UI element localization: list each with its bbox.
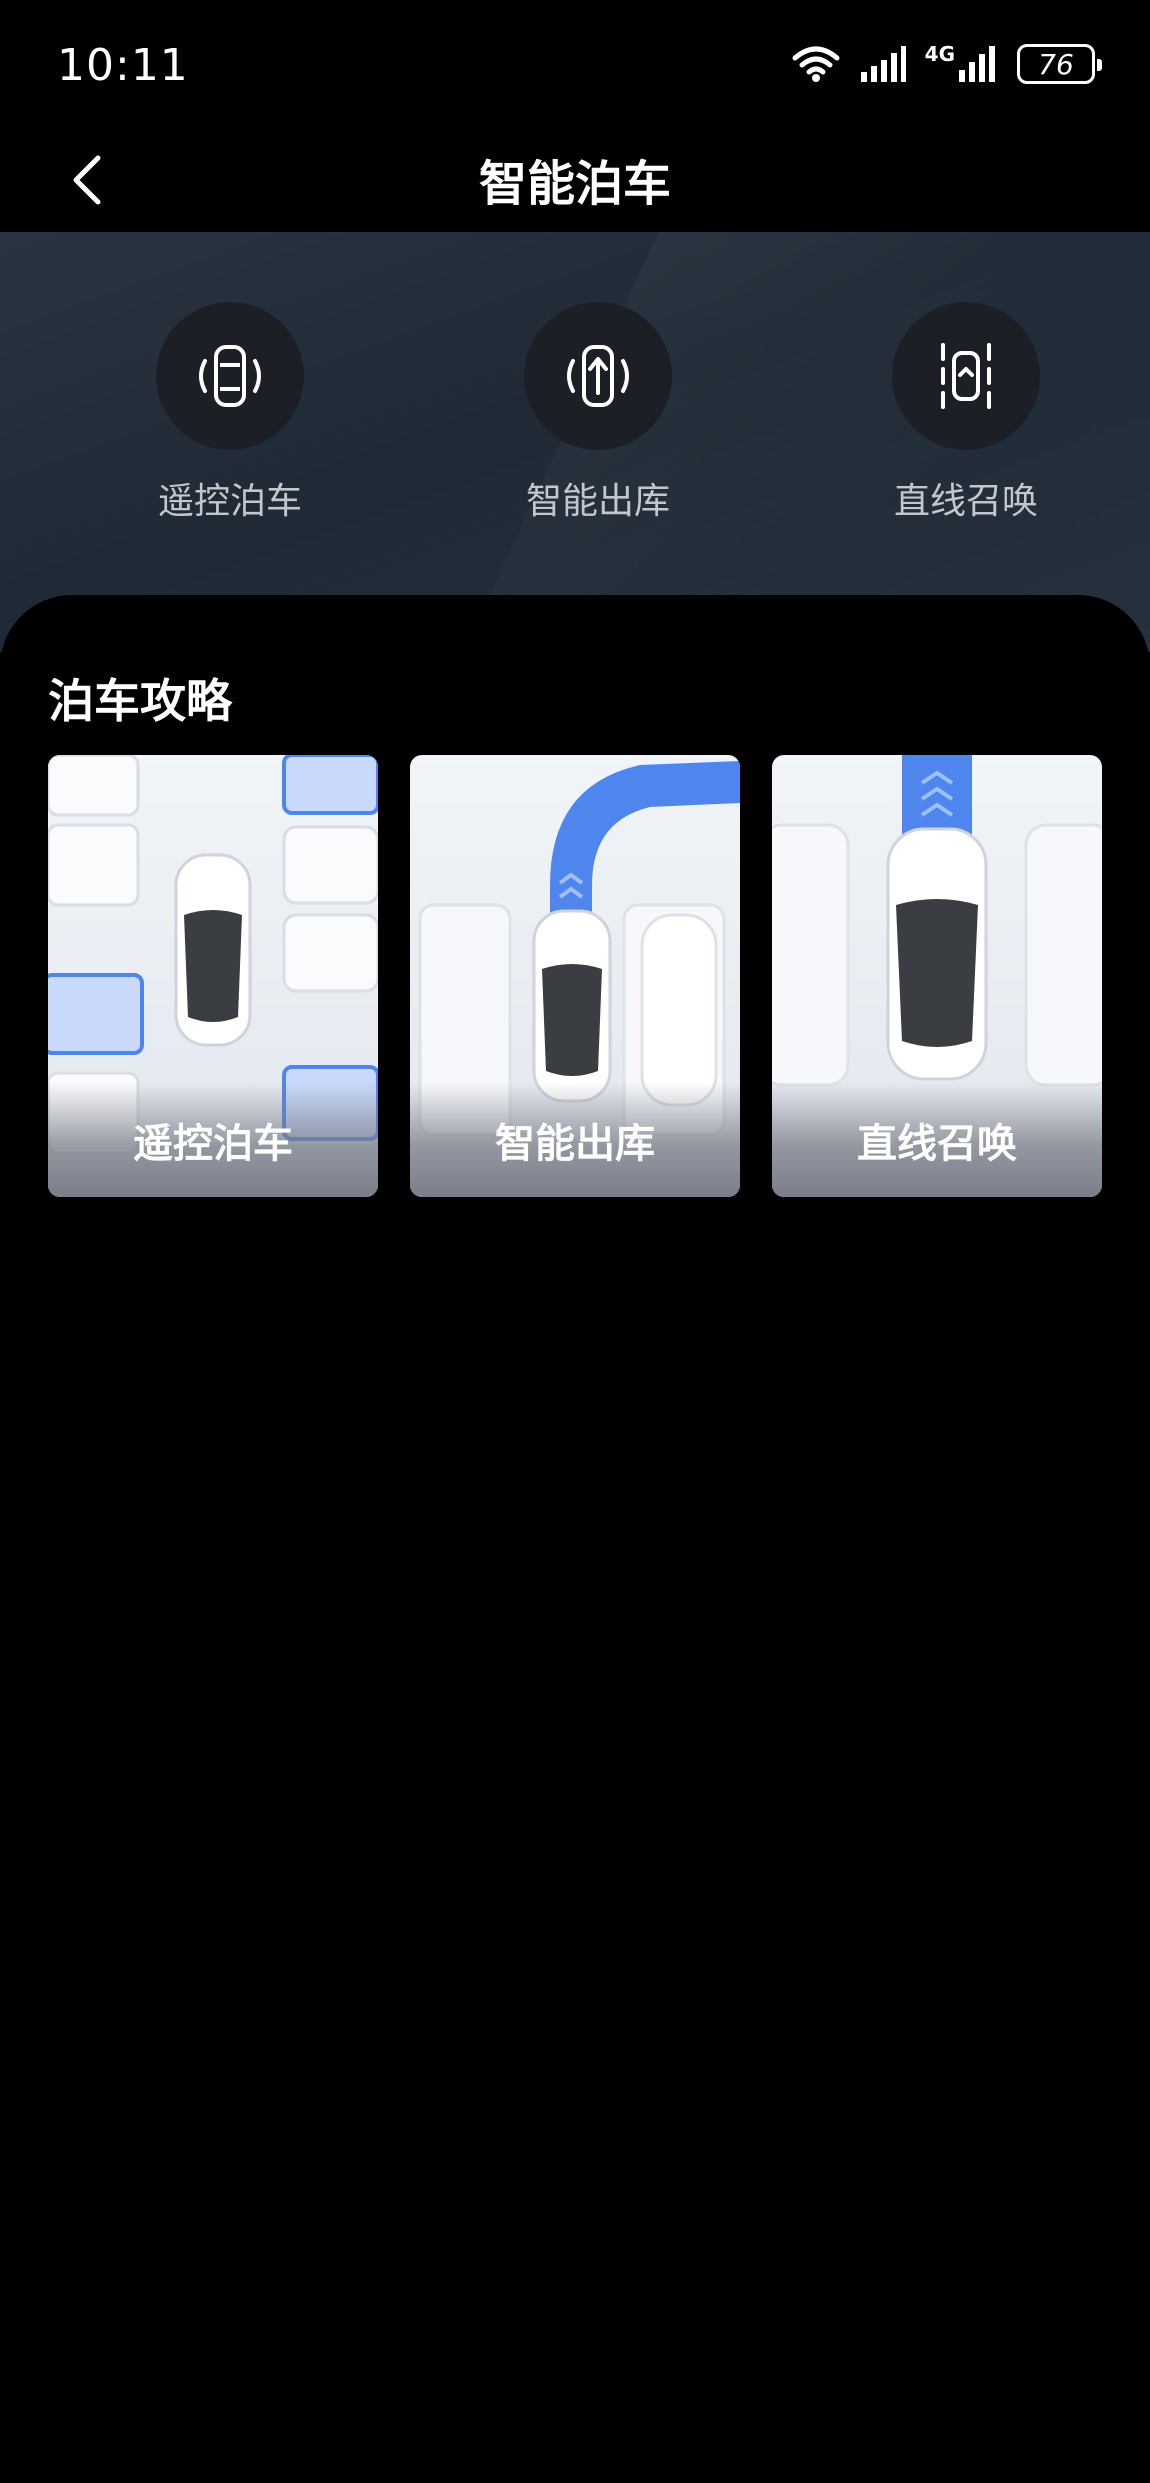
network-type: 4G bbox=[924, 42, 955, 66]
remote-parking-icon bbox=[199, 345, 261, 407]
signal-bars-icon bbox=[959, 46, 995, 82]
wifi-icon bbox=[792, 46, 840, 82]
guide-card-straight-summon[interactable]: 直线召唤 bbox=[772, 755, 1102, 1197]
smart-exit-icon bbox=[567, 345, 629, 407]
nav-bar: 智能泊车 bbox=[0, 130, 1150, 232]
page-title: 智能泊车 bbox=[478, 156, 671, 212]
mode-label: 直线召唤 bbox=[893, 481, 1038, 522]
mode-icon-circle bbox=[892, 302, 1040, 450]
status-icons: 4G 76 bbox=[791, 42, 1102, 86]
guide-card-remote-parking[interactable]: 遥控泊车 bbox=[48, 755, 378, 1197]
mode-remote-parking[interactable]: 遥控泊车 bbox=[110, 302, 350, 524]
card-label: 直线召唤 bbox=[857, 1121, 1017, 1167]
guide-panel: 泊车攻略 遥控泊车 智能出库 直线召唤 bbox=[0, 595, 1150, 2483]
status-time: 10:11 bbox=[57, 40, 189, 91]
status-bar: 10:11 4G 76 bbox=[0, 0, 1150, 130]
mode-label: 遥控泊车 bbox=[157, 481, 302, 522]
mode-label: 智能出库 bbox=[525, 481, 670, 522]
card-label: 遥控泊车 bbox=[133, 1121, 293, 1167]
card-label: 智能出库 bbox=[495, 1121, 655, 1167]
straight-summon-icon bbox=[941, 343, 991, 409]
mode-icon-circle bbox=[156, 302, 304, 450]
battery-level: 76 bbox=[1038, 47, 1074, 81]
mode-straight-summon[interactable]: 直线召唤 bbox=[846, 302, 1086, 524]
mode-smart-exit[interactable]: 智能出库 bbox=[478, 302, 718, 524]
signal-icon bbox=[860, 46, 906, 82]
mode-icon-circle bbox=[524, 302, 672, 450]
mode-selector: 遥控泊车 智能出库 直线召唤 bbox=[0, 232, 1150, 652]
battery-icon: 76 bbox=[1017, 44, 1102, 84]
guide-card-smart-exit[interactable]: 智能出库 bbox=[410, 755, 740, 1197]
signal-4g-icon: 4G bbox=[925, 44, 999, 84]
guide-title: 泊车攻略 bbox=[48, 674, 232, 728]
